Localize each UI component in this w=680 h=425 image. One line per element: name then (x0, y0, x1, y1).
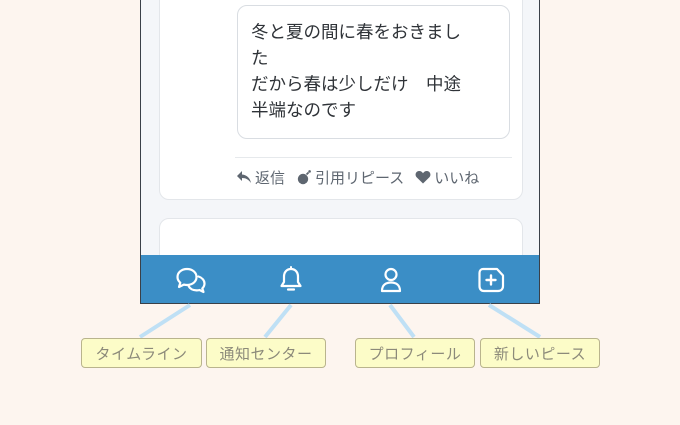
reply-label: 返信 (255, 168, 286, 187)
heart-icon (415, 170, 431, 184)
new-piece-callout: 新しいピース (480, 338, 600, 368)
quote-repost-button[interactable]: 引用リピース (296, 167, 404, 188)
post-actions: 返信 引用リピース いいね (236, 166, 490, 188)
new-piece-icon (478, 267, 505, 292)
like-button[interactable]: いいね (415, 167, 479, 188)
user-icon (380, 267, 402, 292)
profile-callout: プロフィール (355, 338, 475, 368)
like-label: いいね (434, 168, 480, 187)
tab-notifications[interactable] (241, 255, 341, 303)
quote-line: だから春は少しだけ 中途 (251, 75, 461, 95)
bomb-icon (297, 170, 311, 185)
tab-bar (141, 255, 539, 303)
tab-new-piece[interactable] (441, 255, 539, 303)
reply-button[interactable]: 返信 (236, 167, 285, 188)
quote-line: た (251, 49, 269, 69)
quote-line: 半端なのです (251, 101, 356, 121)
post-divider (235, 157, 512, 158)
tab-profile[interactable] (341, 255, 441, 303)
quote-repost-label: 引用リピース (315, 168, 405, 187)
reply-icon (237, 171, 251, 183)
app-screen: 冬と夏の間に春をおきまし た だから春は少しだけ 中途 半端なのです 返信 引用… (140, 0, 540, 304)
tab-timeline[interactable] (141, 255, 241, 303)
chat-bubbles-icon (176, 267, 206, 293)
bell-icon (280, 265, 302, 291)
post-card: 冬と夏の間に春をおきまし た だから春は少しだけ 中途 半端なのです 返信 引用… (159, 0, 523, 200)
timeline-callout: タイムライン (81, 338, 202, 368)
quote-line: 冬と夏の間に春をおきまし (251, 23, 461, 43)
quoted-text-box: 冬と夏の間に春をおきまし た だから春は少しだけ 中途 半端なのです (237, 5, 510, 139)
notifications-callout: 通知センター (206, 338, 326, 368)
